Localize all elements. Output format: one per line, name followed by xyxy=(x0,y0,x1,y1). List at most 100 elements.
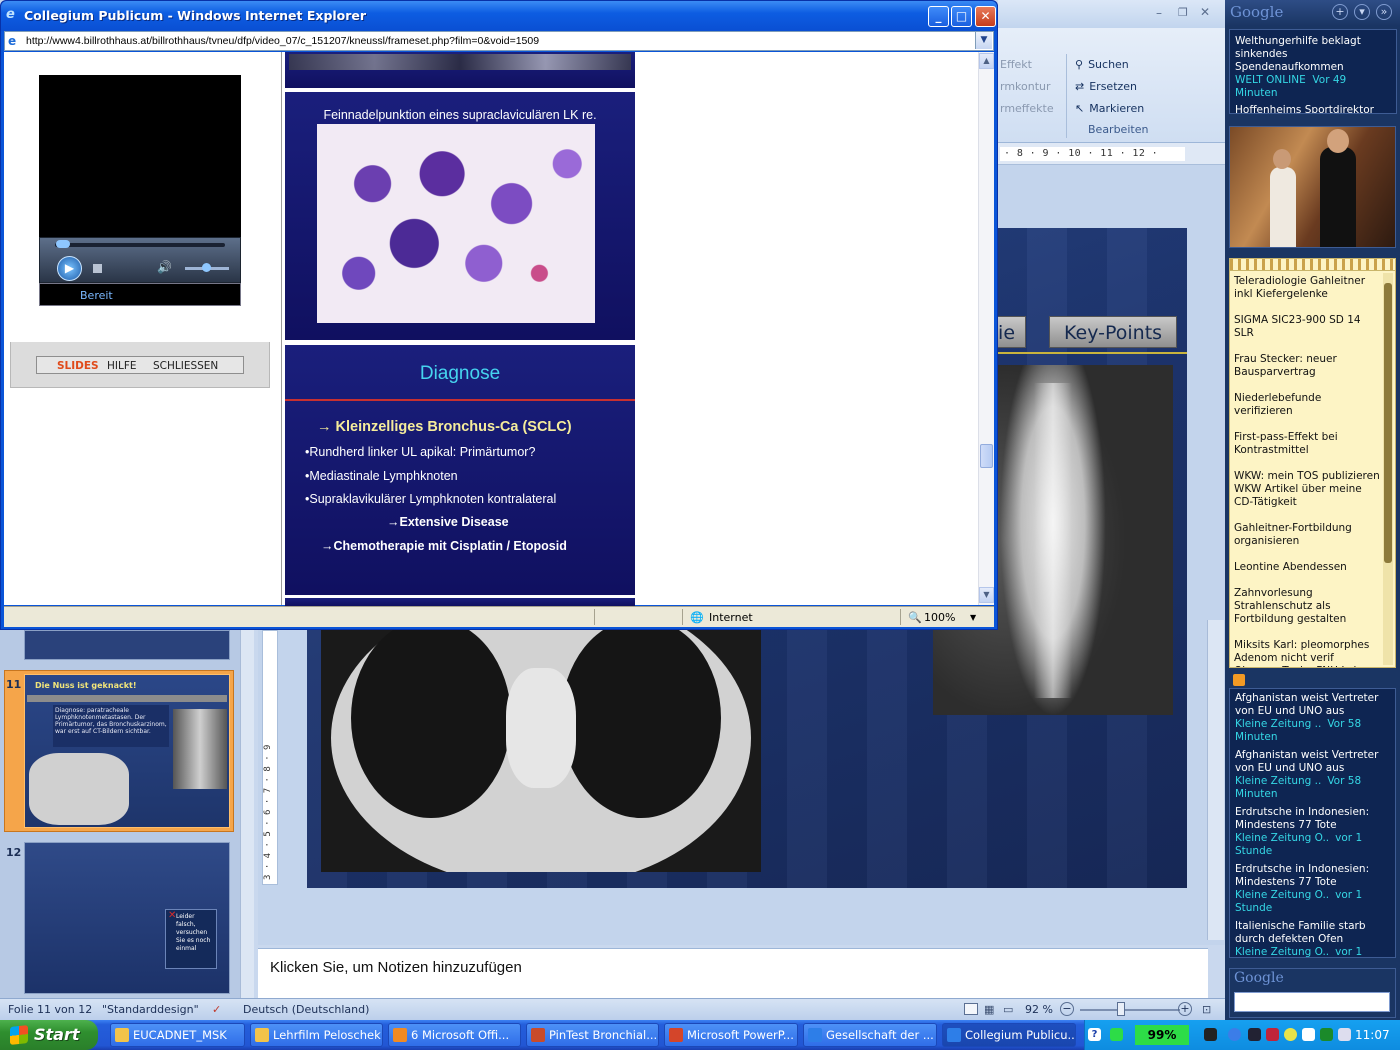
spellcheck-icon[interactable]: ✓ xyxy=(212,1003,221,1016)
taskbar-button[interactable]: 6 Microsoft Offi... xyxy=(388,1023,521,1047)
ie-maximize-icon[interactable]: □ xyxy=(951,6,972,27)
chest-ct-image xyxy=(321,628,761,872)
seek-bar[interactable] xyxy=(55,243,225,247)
taskbar-button[interactable]: Microsoft PowerP... xyxy=(664,1023,798,1047)
todo-item[interactable]: Miksits Karl: pleomorphes Adenom nicht v… xyxy=(1234,639,1381,667)
menu-slides[interactable]: SLIDES xyxy=(57,360,99,372)
news-item[interactable]: Afghanistan weist Vertreter von EU und U… xyxy=(1235,749,1390,801)
news-item[interactable]: Italienische Familie starb durch defekte… xyxy=(1235,920,1390,958)
thumbnail-scrollbar[interactable] xyxy=(240,630,254,1000)
slide-scrollbar[interactable] xyxy=(1207,620,1224,940)
design-name[interactable]: "Standarddesign" xyxy=(102,1003,199,1016)
stop-icon[interactable] xyxy=(93,264,102,273)
news-source: WELT ONLINE xyxy=(1235,74,1306,86)
news-item[interactable]: Erdrutsche in Indonesien: Mindestens 77 … xyxy=(1235,863,1390,915)
zoom-out-icon[interactable]: − xyxy=(1060,1002,1074,1016)
menu-schliessen[interactable]: SCHLIESSEN xyxy=(153,360,218,372)
todo-item[interactable]: Gahleitner-Fortbildung organisieren xyxy=(1234,522,1381,548)
todo-item[interactable]: Teleradiologie Gahleitner inkl Kiefergel… xyxy=(1234,275,1381,301)
todo-item[interactable]: Zahnvorlesung Strahlenschutz als Fortbil… xyxy=(1234,587,1381,626)
taskbar-button[interactable]: Gesellschaft der ... xyxy=(803,1023,937,1047)
notes-pane[interactable]: Klicken Sie, um Notizen hinzuzufügen xyxy=(258,948,1208,998)
scroll-down-icon[interactable]: ▼ xyxy=(979,587,994,603)
sorter-view-icon[interactable]: ▦ xyxy=(984,1003,994,1016)
minimize-icon[interactable]: – xyxy=(1156,6,1162,20)
close-icon[interactable]: ✕ xyxy=(1200,5,1210,19)
thumbnail-slide-11[interactable]: Die Nuss ist geknackt! Diagnose: paratra… xyxy=(24,674,230,828)
todo-item[interactable]: First-pass-Effekt bei Kontrastmittel xyxy=(1234,431,1381,457)
back-tray-icon[interactable] xyxy=(1228,1028,1241,1041)
taskbar-button[interactable]: PinTest Bronchial... xyxy=(526,1023,659,1047)
slide-tab-key-points[interactable]: Key-Points xyxy=(1049,316,1178,348)
todo-item[interactable]: Niederlebefunde verifizieren xyxy=(1234,392,1381,418)
ie-minimize-icon[interactable]: _ xyxy=(928,6,949,27)
plug-tray-icon[interactable] xyxy=(1204,1028,1217,1041)
todo-item[interactable]: Leontine Abendessen xyxy=(1234,561,1381,574)
select-button[interactable]: ↖ Markieren xyxy=(1075,102,1144,115)
restore-icon[interactable]: ❐ xyxy=(1178,6,1188,19)
zoom-dropdown-icon[interactable]: ▼ xyxy=(970,613,976,622)
news-item[interactable]: Welthungerhilfe beklagt sinkendes Spende… xyxy=(1235,35,1391,100)
ie-zoom[interactable]: 100% xyxy=(924,611,955,624)
ribbon: Effekt rmkontur rmeffekte ⚲ Suchen ⇄ Erset… xyxy=(998,28,1225,143)
play-icon[interactable]: ▶ xyxy=(57,256,82,281)
normal-view-icon[interactable] xyxy=(964,1003,978,1015)
news-item[interactable]: Hoffenheims Sportdirektor Peters: Ein Vo… xyxy=(1235,104,1391,113)
sidebar-collapse-icon[interactable]: » xyxy=(1376,4,1392,20)
news-item[interactable]: Erdrutsche in Indonesien: Mindestens 77 … xyxy=(1235,806,1390,858)
zoom-slider[interactable] xyxy=(1080,1009,1180,1011)
ie-scroll-thumb[interactable] xyxy=(980,444,993,468)
fit-window-icon[interactable]: ⊡ xyxy=(1202,1003,1211,1016)
ribbon-outline[interactable]: rmkontur xyxy=(1000,80,1051,93)
ie-close-icon[interactable]: ✕ xyxy=(975,6,996,27)
photo-gadget[interactable] xyxy=(1229,126,1396,248)
help-tray-icon[interactable]: ? xyxy=(1088,1028,1101,1041)
address-url[interactable]: http://www4.billrothhaus.at/billrothhaus… xyxy=(26,35,539,47)
news-source: Kleine Zeitung O.. xyxy=(1235,946,1330,958)
search-button[interactable]: ⚲ Suchen xyxy=(1075,58,1129,71)
address-dropdown-icon[interactable]: ▼ xyxy=(975,32,992,49)
slide-previous[interactable] xyxy=(285,52,635,88)
todo-item[interactable]: SIGMA SIC23-900 SD 14 SLR xyxy=(1234,314,1381,340)
menu-hilfe[interactable]: HILFE xyxy=(107,360,137,372)
sidebar-menu-icon[interactable]: ▾ xyxy=(1354,4,1370,20)
ribbon-shape-effects[interactable]: rmeffekte xyxy=(1000,102,1054,115)
zoom-slider-knob[interactable] xyxy=(1117,1002,1125,1016)
notepad-scrollbar[interactable] xyxy=(1383,273,1393,665)
video-screen[interactable] xyxy=(39,75,241,237)
todo-item[interactable]: Frau Stecker: neuer Bausparvertrag xyxy=(1234,353,1381,379)
antivirus-tray-icon[interactable] xyxy=(1266,1028,1279,1041)
todo-item[interactable]: WKW: mein TOS publizieren WKW Artikel üb… xyxy=(1234,470,1381,509)
news-item[interactable]: Afghanistan weist Vertreter von EU und U… xyxy=(1235,692,1390,744)
seek-knob[interactable] xyxy=(56,240,70,248)
excel-tray-icon[interactable] xyxy=(1320,1028,1333,1041)
zoom-in-icon[interactable]: + xyxy=(1178,1002,1192,1016)
network-tray-icon[interactable] xyxy=(1110,1028,1123,1041)
zoom-icon[interactable]: 🔍 xyxy=(908,611,922,624)
taskbar-button[interactable]: Collegium Publicu... xyxy=(942,1023,1076,1047)
ie-scrollbar[interactable] xyxy=(978,52,994,605)
slide-diagnosis[interactable]: Diagnose → Kleinzelliges Bronchus-Ca (SC… xyxy=(285,345,635,595)
add-gadget-icon[interactable]: + xyxy=(1332,4,1348,20)
todo-notepad[interactable]: Teleradiologie Gahleitner inkl Kiefergel… xyxy=(1229,258,1396,668)
notepad-scroll-thumb[interactable] xyxy=(1384,283,1392,563)
taskbar-button[interactable]: EUCADNET_MSK xyxy=(110,1023,245,1047)
volume-icon[interactable]: 🔊 xyxy=(157,260,172,274)
battery-percent[interactable]: 99% xyxy=(1135,1025,1189,1045)
slideshow-icon[interactable]: ▭ xyxy=(1003,1003,1013,1016)
chrome-tray-icon[interactable] xyxy=(1284,1028,1297,1041)
ribbon-effect[interactable]: Effekt xyxy=(1000,58,1032,71)
thumbnail-slide-10[interactable] xyxy=(24,630,230,660)
scroll-up-icon[interactable]: ▲ xyxy=(979,53,994,69)
display-tray-icon[interactable] xyxy=(1248,1028,1261,1041)
volume-tray-icon[interactable] xyxy=(1338,1028,1351,1041)
volume-knob[interactable] xyxy=(202,263,211,272)
thumbnail-slide-12[interactable]: ✕ Leider falsch, versuchen Sie es noch e… xyxy=(24,842,230,994)
replace-button[interactable]: ⇄ Ersetzen xyxy=(1075,80,1137,93)
zoom-level[interactable]: 92 % xyxy=(1025,1003,1053,1016)
language-label[interactable]: Deutsch (Deutschland) xyxy=(243,1003,369,1016)
ve-tray-icon[interactable] xyxy=(1302,1028,1315,1041)
google-search-input[interactable] xyxy=(1234,992,1390,1012)
slide-next[interactable] xyxy=(285,598,635,606)
taskbar-button[interactable]: Lehrfilm Peloschek xyxy=(250,1023,383,1047)
